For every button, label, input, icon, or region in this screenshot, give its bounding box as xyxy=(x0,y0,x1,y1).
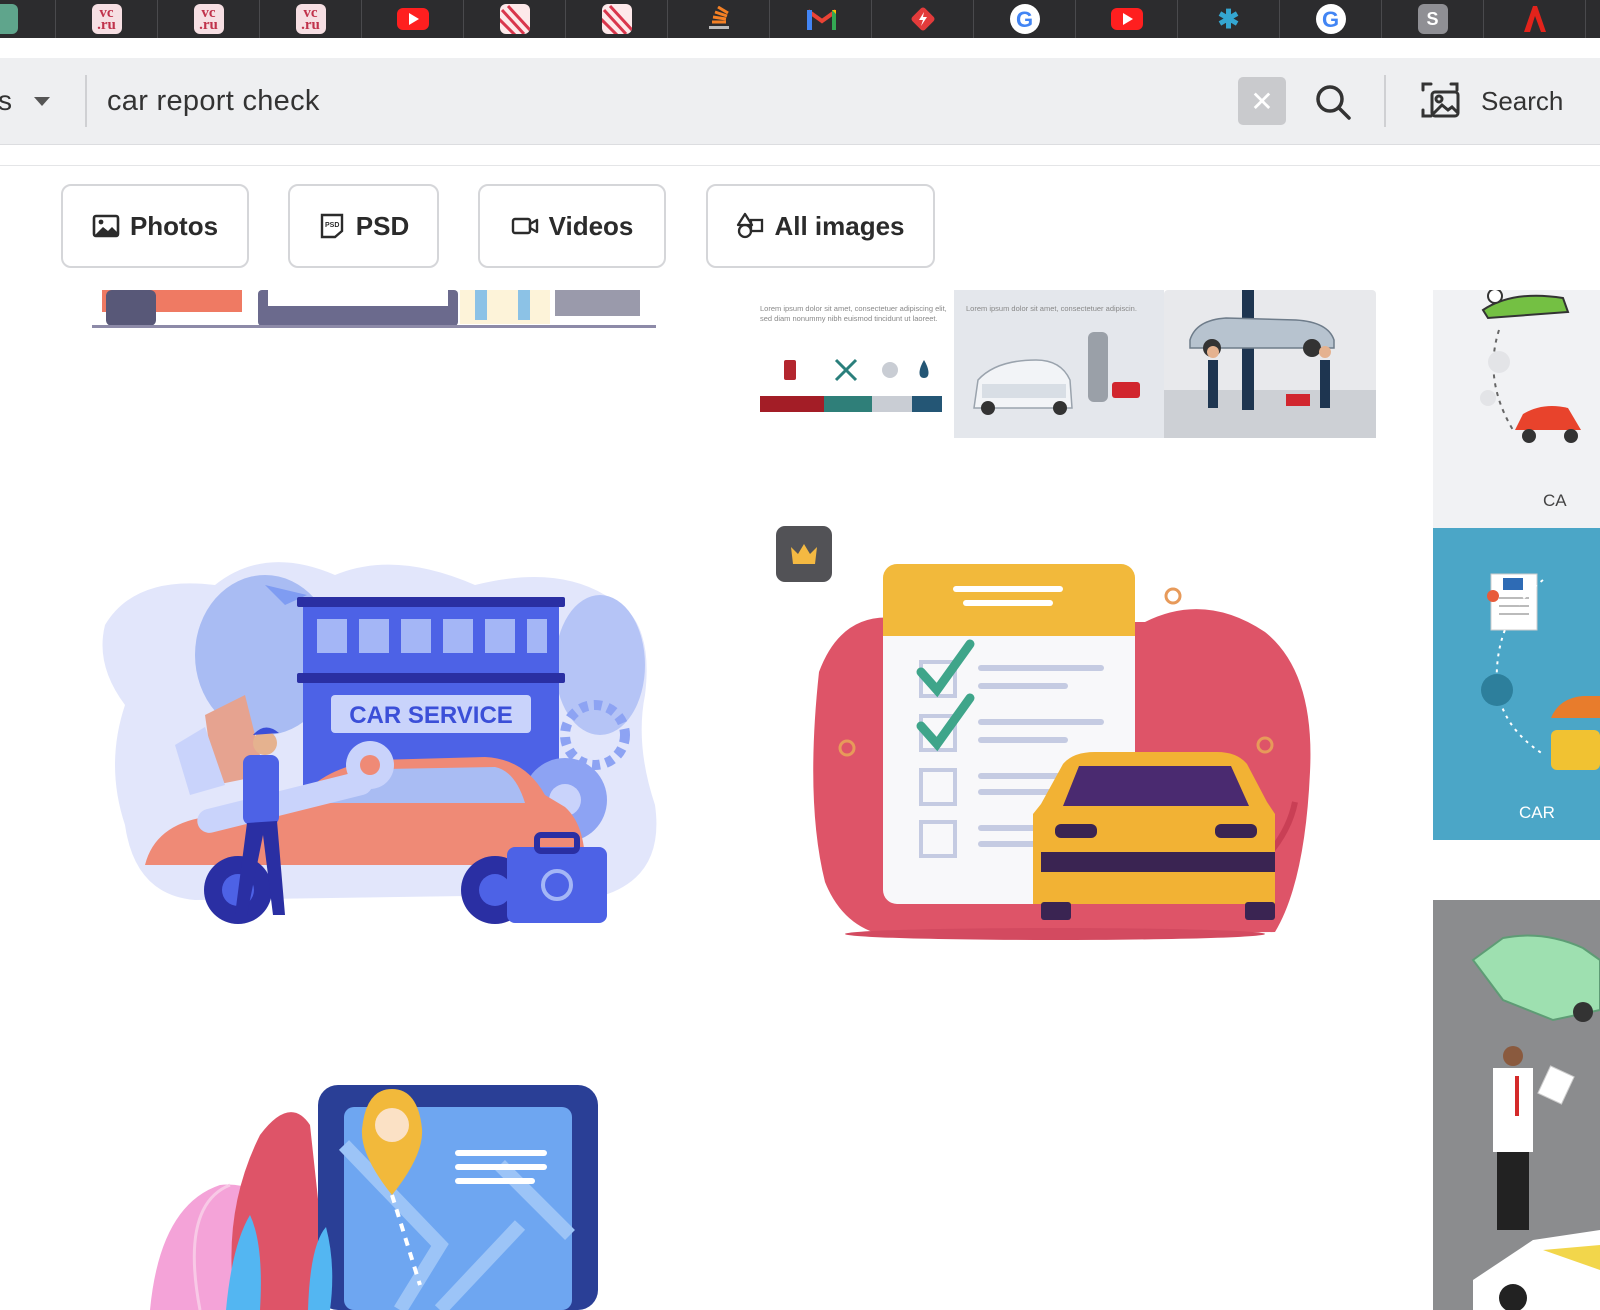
adobe-icon xyxy=(1520,4,1550,34)
filter-label: Photos xyxy=(129,210,219,241)
tab-vc-ru-1[interactable]: vc .ru xyxy=(56,0,158,38)
tab-google-2[interactable]: G xyxy=(1280,0,1382,38)
result-thumbnail[interactable]: CA xyxy=(1433,290,1600,528)
browser-tab-strip: vc .ru vc .ru vc .ru G ✱ G S xyxy=(0,0,1600,38)
chevron-down-icon xyxy=(34,96,50,106)
divider xyxy=(1384,75,1386,127)
right-card-label: CAR xyxy=(1519,803,1555,822)
results-grid: Lorem ipsum dolor sit amet, consectetuer… xyxy=(0,290,1600,1310)
tab-s[interactable]: S xyxy=(1382,0,1484,38)
tab-vc-ru-2[interactable]: vc .ru xyxy=(158,0,260,38)
filter-all-images-button[interactable]: All images xyxy=(706,184,935,268)
image-search-label[interactable]: Search xyxy=(1481,58,1563,144)
tab-stripes-2[interactable] xyxy=(566,0,668,38)
filter-label: All images xyxy=(774,210,905,241)
gmail-icon xyxy=(806,4,836,34)
tab-adobe[interactable] xyxy=(1484,0,1586,38)
card-caption: Lorem ipsum dolor sit amet, consectetuer… xyxy=(760,304,947,323)
tab-extension[interactable]: ✱ xyxy=(1178,0,1280,38)
stackoverflow-icon xyxy=(704,4,734,34)
card-caption: Lorem ipsum dolor sit amet, consectetuer… xyxy=(966,304,1137,313)
result-thumbnail[interactable] xyxy=(805,552,1325,952)
search-bar: s car report check ✕ Search xyxy=(0,58,1600,145)
right-card-label: CA xyxy=(1543,491,1567,510)
filter-bar: Photos PSD PSD Videos All images xyxy=(0,165,1600,291)
result-thumbnail[interactable] xyxy=(90,290,660,330)
search-input[interactable]: car report check xyxy=(107,58,320,144)
tab-stripes-1[interactable] xyxy=(464,0,566,38)
diamond-icon xyxy=(908,4,938,34)
close-icon: ✕ xyxy=(1250,85,1274,117)
svg-text:PSD: PSD xyxy=(325,222,339,229)
result-thumbnail[interactable]: CAR xyxy=(1433,528,1600,840)
tab-google-1[interactable]: G xyxy=(974,0,1076,38)
filter-label: PSD xyxy=(355,210,410,241)
search-icon[interactable] xyxy=(1313,82,1353,122)
chatgpt-icon xyxy=(0,4,18,34)
stripes-icon xyxy=(601,4,632,34)
filter-label: Videos xyxy=(548,210,634,241)
asset-type-label: s xyxy=(0,85,12,116)
filter-videos-button[interactable]: Videos xyxy=(478,184,666,268)
vc-ru-icon: vc .ru xyxy=(193,4,224,34)
filter-photos-button[interactable]: Photos xyxy=(61,184,249,268)
car-service-sign: CAR SERVICE xyxy=(349,702,513,729)
asset-type-select[interactable]: s xyxy=(0,58,50,144)
result-thumbnail[interactable]: CAR SERVICE xyxy=(95,545,665,935)
psd-icon: PSD xyxy=(320,213,343,239)
divider xyxy=(85,75,87,127)
vc-ru-icon: vc .ru xyxy=(295,4,326,34)
youtube-icon xyxy=(396,8,429,30)
toolbar-gap xyxy=(0,38,1600,58)
s-icon: S xyxy=(1417,4,1448,34)
image-search-icon[interactable] xyxy=(1420,79,1462,121)
photo-icon xyxy=(92,214,120,238)
tab-stackoverflow[interactable] xyxy=(668,0,770,38)
youtube-icon xyxy=(1110,8,1143,30)
result-thumbnail[interactable] xyxy=(140,1085,620,1310)
stripes-icon xyxy=(499,4,530,34)
shapes-icon xyxy=(737,212,764,239)
tab-youtube-1[interactable] xyxy=(362,0,464,38)
tab-chatgpt[interactable] xyxy=(0,0,56,38)
premium-badge xyxy=(776,526,832,582)
google-icon: G xyxy=(1009,4,1040,34)
tab-gmail[interactable] xyxy=(770,0,872,38)
puzzle-icon: ✱ xyxy=(1217,3,1240,34)
result-thumbnail[interactable]: Lorem ipsum dolor sit amet, consectetuer… xyxy=(756,290,1376,440)
clear-search-button[interactable]: ✕ xyxy=(1238,77,1286,125)
tab-youtube-2[interactable] xyxy=(1076,0,1178,38)
google-icon: G xyxy=(1315,4,1346,34)
result-thumbnail[interactable] xyxy=(1433,900,1600,1310)
video-icon xyxy=(511,217,538,235)
tab-vc-ru-3[interactable]: vc .ru xyxy=(260,0,362,38)
crown-icon xyxy=(791,544,817,564)
vc-ru-icon: vc .ru xyxy=(91,4,122,34)
filter-psd-button[interactable]: PSD PSD xyxy=(288,184,439,268)
tab-diamond[interactable] xyxy=(872,0,974,38)
